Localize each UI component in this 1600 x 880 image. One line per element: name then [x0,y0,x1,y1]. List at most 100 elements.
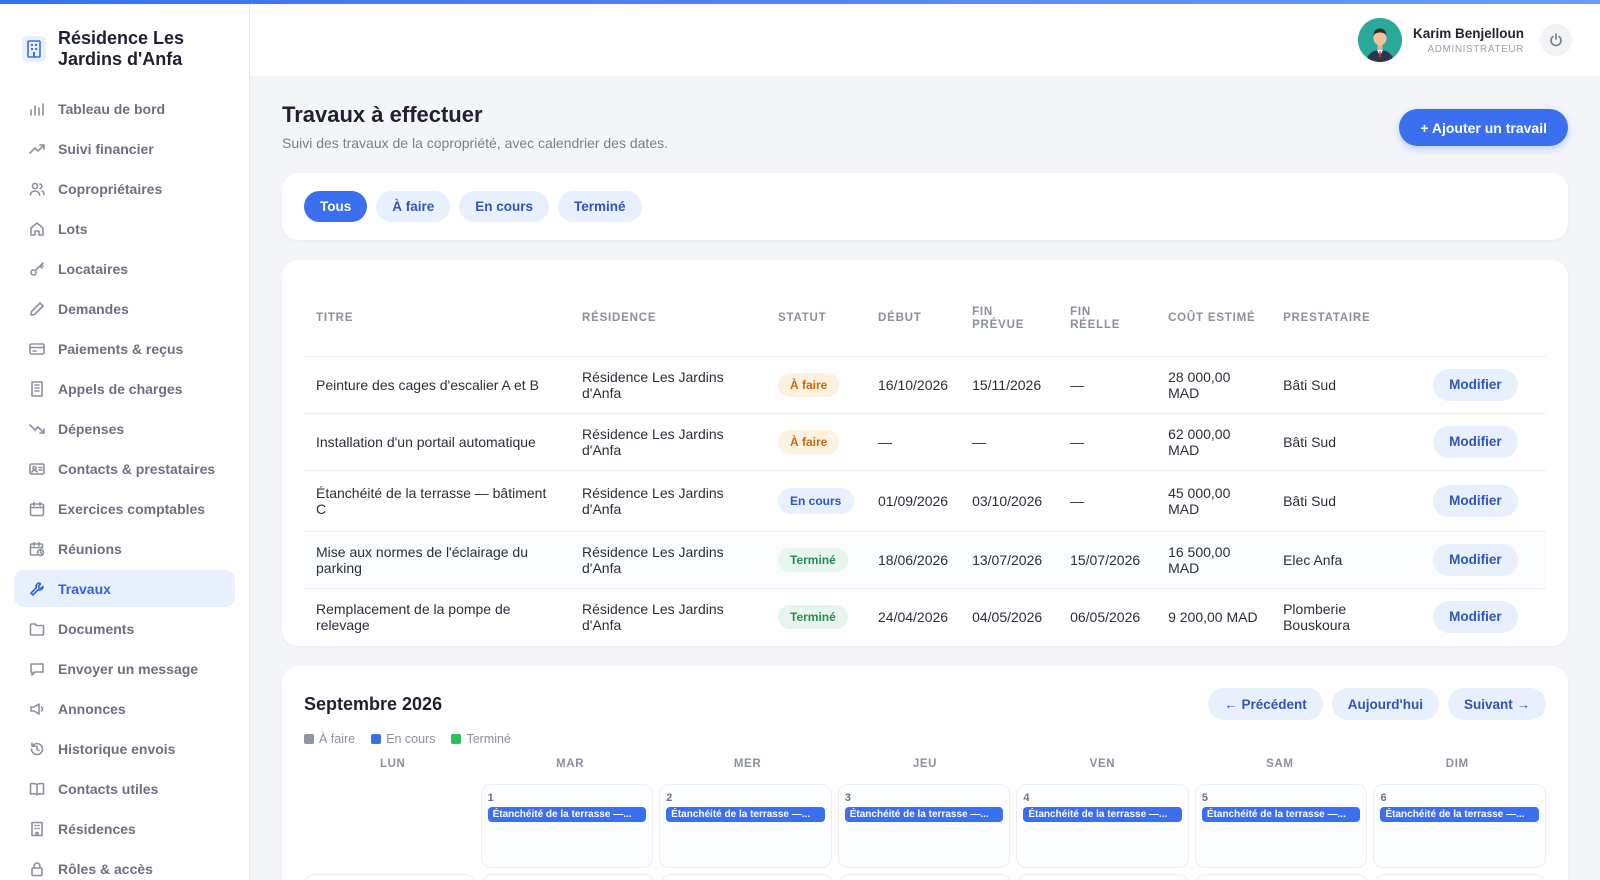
cell-residence: Résidence Les Jardins d'Anfa [570,530,766,588]
day-number: 3 [844,792,851,804]
calendar-day-cell[interactable] [482,874,655,880]
cell-debut: 01/09/2026 [866,469,961,531]
sidebar-item-contacts-utiles[interactable]: Contacts utiles [14,770,235,807]
calendar-event[interactable]: Étanchéité de la terrasse —... [844,807,1004,822]
cell-cout: 62 000,00 MAD [1156,412,1272,470]
sidebar-item-annonces[interactable]: Annonces [14,690,235,727]
avatar[interactable] [1357,18,1402,62]
day-number: 5 [1201,792,1209,804]
status-badge: En cours [778,487,854,514]
sidebar-item-depenses[interactable]: Dépenses [14,410,235,447]
sidebar-item-label: Documents [58,620,135,637]
calendar-day-cell[interactable]: 6 Étanchéité de la terrasse —... [1373,784,1547,868]
col-actions [1421,282,1546,356]
sidebar-item-label: Travaux [58,580,111,597]
today-button[interactable]: Aujourd'hui [1331,688,1439,720]
edit-button[interactable]: Modifier [1433,600,1518,633]
calendar-day-cell[interactable]: 5 Étanchéité de la terrasse —... [1194,784,1368,868]
edit-button[interactable]: Modifier [1433,543,1518,576]
filter-todo[interactable]: À faire [376,191,451,222]
calendar-day-cell[interactable]: 2 Étanchéité de la terrasse —... [659,784,832,868]
sidebar-item-historique-envois[interactable]: Historique envois [14,730,235,767]
cell-actions: Modifier [1421,355,1546,413]
sidebar-item-paiements[interactable]: Paiements & reçus [14,330,235,367]
weekday-label: DIM [1445,758,1469,770]
legend-label: À faire [319,732,356,746]
table-row: Mise aux normes de l'éclairage du parkin… [304,530,1546,588]
sidebar-item-label: Dépenses [58,420,125,437]
legend-swatch [304,734,314,744]
edit-button[interactable]: Modifier [1433,484,1518,517]
filter-in-progress[interactable]: En cours [459,191,550,222]
sidebar-item-travaux[interactable]: Travaux [14,570,235,607]
calendar-day-cell[interactable] [1373,874,1546,880]
table-row: Installation d'un portail automatique Ré… [304,412,1546,470]
calendar-event[interactable]: Étanchéité de la terrasse —... [666,807,825,822]
calendar-day-cell[interactable]: 1 Étanchéité de la terrasse —... [480,784,654,868]
calendar-week-row [304,874,1546,880]
sidebar-item-documents[interactable]: Documents [14,610,235,647]
prev-month-button[interactable]: ← Précédent [1208,688,1323,720]
calendar-day-cell[interactable] [660,874,833,880]
day-number: 1 [487,792,494,804]
cell-cout: 45 000,00 MAD [1156,469,1272,531]
add-work-button[interactable]: + Ajouter un travail [1399,109,1568,146]
calendar-legend: À faire En cours Terminé [304,732,527,746]
page-title: Travaux à effectuer [282,102,483,127]
page-subtitle: Suivi des travaux de la copropriété, ave… [282,135,668,151]
col-statut: Statut [778,312,827,325]
user-menu: Karim Benjelloun ADMINISTRATEUR [1357,18,1572,62]
logout-button[interactable] [1540,24,1572,56]
calendar-day-cell[interactable]: 3 Étanchéité de la terrasse —... [837,784,1011,868]
message-icon [28,660,46,678]
sidebar-item-suivi-financier[interactable]: Suivi financier [14,130,235,167]
sidebar-item-demandes[interactable]: Demandes [14,290,235,327]
col-cout: Coût estimé [1168,312,1256,325]
cell-debut: 18/06/2026 [866,530,961,588]
sidebar-item-exercices-comptables[interactable]: Exercices comptables [14,490,235,527]
col-titre: Titre [316,312,354,325]
sidebar-item-tableau-de-bord[interactable]: Tableau de bord [14,90,235,127]
history-icon [28,740,46,758]
sidebar-item-lots[interactable]: Lots [14,210,235,247]
building-icon [28,820,46,838]
calendar-day-cell[interactable]: 4 Étanchéité de la terrasse —... [1016,784,1189,868]
sidebar-item-locataires[interactable]: Locataires [14,250,235,287]
edit-button[interactable]: Modifier [1433,368,1518,401]
bar-chart-icon [28,100,46,118]
sidebar-item-label: Rôles & accès [58,860,153,877]
calendar-event[interactable]: Étanchéité de la terrasse —... [487,807,647,822]
sidebar-item-contacts-prestataires[interactable]: Contacts & prestataires [14,450,235,487]
sidebar-item-envoyer-message[interactable]: Envoyer un message [14,650,235,687]
next-month-button[interactable]: Suivant → [1447,688,1546,720]
top-header: Karim Benjelloun ADMINISTRATEUR [250,4,1600,76]
sidebar-item-appels-de-charges[interactable]: Appels de charges [14,370,235,407]
sidebar-item-coproprietaires[interactable]: Copropriétaires [14,170,235,207]
calendar-event[interactable]: Étanchéité de la terrasse —... [1201,807,1361,822]
calendar-day-cell[interactable] [1017,874,1190,880]
col-fin-prevue: Fin prévue [972,305,1025,331]
cell-titre: Peinture des cages d'escalier A et B [304,355,570,413]
wrench-icon [28,580,46,598]
sidebar-item-reunions[interactable]: Réunions [14,530,235,567]
sidebar-item-label: Exercices comptables [58,500,206,517]
filter-done[interactable]: Terminé [558,191,642,222]
calendar-day-cell[interactable] [838,874,1012,880]
filter-all[interactable]: Tous [304,191,368,222]
weekday-label: LUN [379,758,406,770]
calendar-day-cell[interactable] [1195,874,1368,880]
col-fin-reelle: Fin réelle [1070,305,1121,331]
sidebar-item-roles-acces[interactable]: Rôles & accès [14,850,235,880]
sidebar-item-residences[interactable]: Résidences [14,810,235,847]
calendar-event[interactable]: Étanchéité de la terrasse —... [1023,807,1182,822]
cell-statut: À faire [766,355,866,413]
edit-button[interactable]: Modifier [1433,425,1518,458]
user-role: ADMINISTRATEUR [1427,43,1524,55]
calendar-day-cell[interactable] [304,874,477,880]
key-icon [28,260,46,278]
trending-up-icon [28,140,46,158]
cell-prestataire: Elec Anfa [1271,530,1422,588]
sidebar-item-label: Résidences [58,820,136,837]
credit-card-icon [28,340,46,358]
calendar-event[interactable]: Étanchéité de la terrasse —... [1380,807,1540,822]
